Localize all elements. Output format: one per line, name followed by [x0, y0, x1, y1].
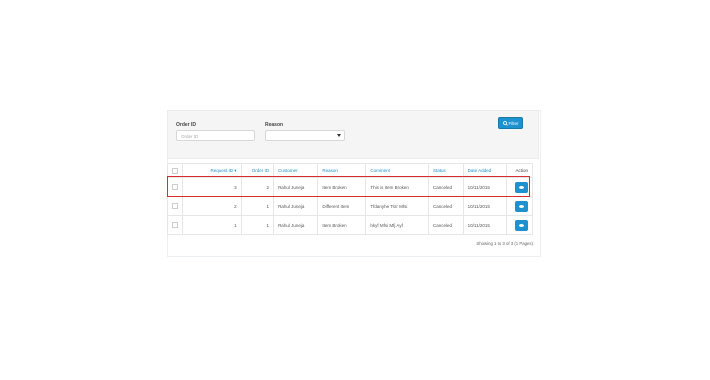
filter-button[interactable]: Filter [498, 117, 523, 129]
view-button[interactable] [515, 200, 528, 212]
reason-label: Reason [265, 122, 284, 128]
search-icon [502, 120, 508, 126]
column-date-added[interactable]: Date Added [462, 163, 508, 178]
eye-icon [519, 204, 524, 208]
cell-action [506, 177, 533, 197]
column-order-id[interactable]: Order ID [240, 163, 275, 178]
cell-comment: Tfdanyhe Tsrr Mfsi [365, 196, 429, 216]
cell-customer: Rahul Juneja [273, 177, 319, 197]
filter-button-label: Filter [508, 120, 519, 126]
eye-icon [519, 223, 524, 227]
cell-status: Canceled [427, 215, 464, 235]
table-header-row: Request ID ▾ Order ID Customer Reason Co… [167, 163, 533, 178]
cell-comment: This is Item Broken [365, 177, 429, 197]
row-checkbox[interactable] [172, 184, 178, 190]
cell-date-added: 10/11/2015 [462, 196, 508, 216]
cell-comment: hkyf Mfsi Mfj Ayf [365, 215, 429, 235]
cell-status: Canceled [427, 196, 464, 216]
order-id-label: Order ID [176, 122, 197, 128]
table-row: 3 2 Rahul Juneja Item Broken This is Ite… [167, 177, 533, 197]
table-row: 1 1 Rahul Juneja Item Broken hkyf Mfsi M… [167, 215, 533, 235]
cell-status: Canceled [427, 177, 464, 197]
cell-action [506, 215, 533, 235]
eye-icon [519, 185, 524, 189]
chevron-down-icon [337, 134, 341, 137]
returns-table: Request ID ▾ Order ID Customer Reason Co… [167, 163, 533, 235]
select-all-checkbox[interactable] [172, 167, 178, 174]
cell-reason: Item Broken [317, 177, 367, 197]
column-status[interactable]: Status [427, 163, 464, 178]
row-select-cell [167, 196, 183, 216]
pagination-text: Showing 1 to 3 of 3 (1 Pages) [476, 241, 533, 246]
cell-order-id: 2 [240, 177, 275, 197]
cell-order-id: 1 [240, 196, 275, 216]
cell-customer: Rahul Juneja [273, 196, 319, 216]
cell-reason: Different Item [317, 196, 367, 216]
column-reason[interactable]: Reason [317, 163, 367, 178]
cell-date-added: 10/11/2015 [462, 177, 508, 197]
view-button[interactable] [515, 181, 528, 193]
table-row: 2 1 Rahul Juneja Different Item Tfdanyhe… [167, 196, 533, 216]
reason-select[interactable] [265, 130, 345, 141]
row-checkbox[interactable] [172, 222, 178, 228]
cell-request-id: 3 [182, 177, 242, 197]
order-id-input[interactable]: Order ID [176, 130, 255, 141]
row-select-cell [167, 215, 183, 235]
column-customer[interactable]: Customer [273, 163, 319, 178]
column-action: Action [506, 163, 533, 178]
column-request-id[interactable]: Request ID ▾ [182, 163, 242, 178]
cell-request-id: 2 [182, 196, 242, 216]
view-button[interactable] [515, 219, 528, 231]
select-all-cell [167, 163, 183, 178]
cell-request-id: 1 [182, 215, 242, 235]
row-select-cell [167, 177, 183, 197]
cell-customer: Rahul Juneja [273, 215, 319, 235]
row-checkbox[interactable] [172, 203, 178, 209]
cell-order-id: 1 [240, 215, 275, 235]
column-comment[interactable]: Comment [365, 163, 429, 178]
cell-reason: Item Broken [317, 215, 367, 235]
cell-action [506, 196, 533, 216]
cell-date-added: 10/11/2015 [462, 215, 508, 235]
